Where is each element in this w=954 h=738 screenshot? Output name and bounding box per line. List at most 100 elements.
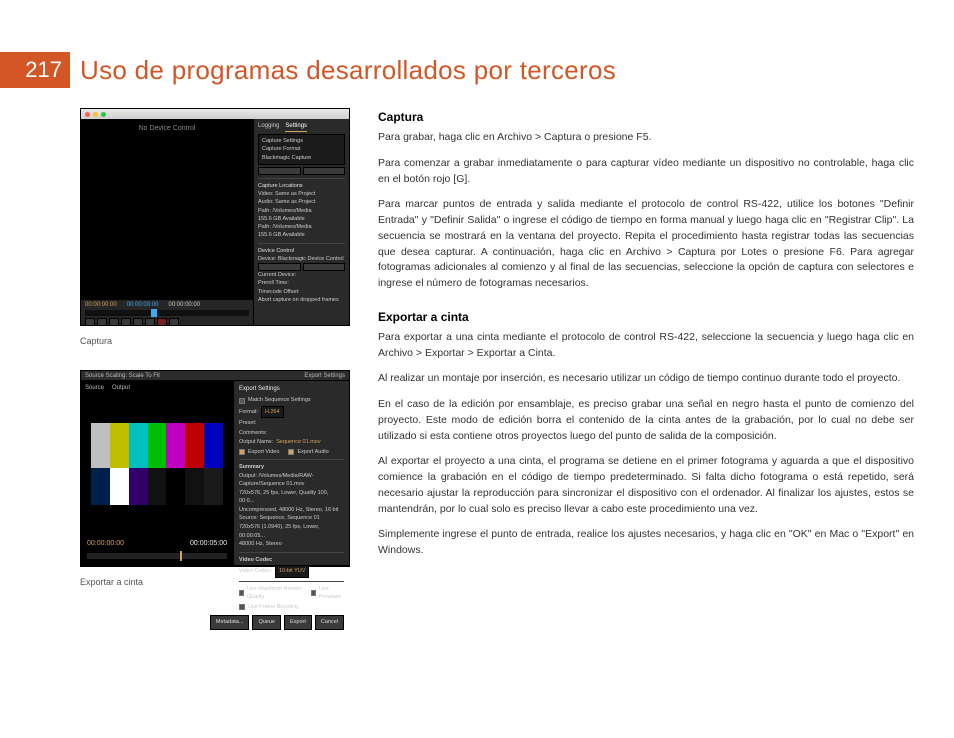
q-icon xyxy=(169,318,179,326)
value: 10-bit YUV xyxy=(275,565,310,578)
label: Preset: xyxy=(239,419,256,428)
summary-heading: Summary xyxy=(239,464,264,470)
color-bars-icon xyxy=(91,423,223,505)
export-button: Export xyxy=(284,615,312,630)
label: Preroll Time: xyxy=(258,279,345,287)
settings-line: Blackmagic Capture xyxy=(262,154,341,162)
tab-source: Source xyxy=(85,385,104,391)
paragraph: En el caso de la edición por ensamblaje,… xyxy=(378,397,914,444)
summary-line: Source: Sequence, Sequence 01 xyxy=(239,514,344,523)
section-label: Capture Locations xyxy=(258,183,303,189)
label: Video: xyxy=(258,191,274,197)
label: Current Device: xyxy=(258,271,345,279)
body-text: Captura Para grabar, haga clic en Archiv… xyxy=(378,108,914,611)
paragraph: Al exportar el proyecto a una cinta, el … xyxy=(378,454,914,517)
play-icon xyxy=(109,318,119,326)
figure-capture: No Device Control 00:00:00:00 00:00:00:0… xyxy=(80,108,350,346)
paragraph: Para marcar puntos de entrada y salida m… xyxy=(378,197,914,292)
paragraph: Para comenzar a grabar inmediatamente o … xyxy=(378,156,914,188)
label: Timecode Offset: xyxy=(258,288,345,296)
page-number-badge: 217 xyxy=(0,52,70,88)
screenshot-capture: No Device Control 00:00:00:00 00:00:00:0… xyxy=(80,108,350,326)
label: Use Frame Blending xyxy=(248,603,298,612)
path: Path: /Volumes/Media xyxy=(258,207,345,215)
paragraph: Simplemente ingrese el punto de entrada,… xyxy=(378,527,914,559)
paragraph: Para exportar a una cinta mediante el pr… xyxy=(378,330,914,362)
transport-controls xyxy=(85,318,249,326)
value: Same as Project xyxy=(275,191,315,197)
page-title: Uso de programas desarrollados por terce… xyxy=(80,55,616,86)
range-slider xyxy=(87,553,227,559)
label: Use Previews xyxy=(319,585,344,602)
window-titlebar xyxy=(81,109,349,119)
label: Video Codec: xyxy=(239,567,272,576)
export-preview: Source Output xyxy=(81,381,233,565)
label: Comments: xyxy=(239,429,267,438)
capture-preview: No Device Control 00:00:00:00 00:00:00:0… xyxy=(81,119,253,325)
timecode-in: 00:00:00:00 xyxy=(85,302,117,308)
figure-export: Source Scaling: Scale To Fit Export Sett… xyxy=(80,370,350,587)
checkbox-icon xyxy=(239,590,244,596)
tc-start: 00:00:00:00 xyxy=(87,540,124,547)
loop-icon xyxy=(133,318,143,326)
checkbox-icon xyxy=(311,590,316,596)
settings-line: Capture Settings xyxy=(262,137,341,145)
queue-button: Queue xyxy=(252,615,281,630)
page-header: 217 Uso de programas desarrollados por t… xyxy=(0,0,954,88)
capture-settings-panel: Logging Settings Capture Settings Captur… xyxy=(253,119,349,325)
label: Match Sequence Settings xyxy=(248,396,311,405)
label: Export Video xyxy=(248,448,279,457)
screenshot-export: Source Scaling: Scale To Fit Export Sett… xyxy=(80,370,350,566)
section-heading-captura: Captura xyxy=(378,108,914,126)
label: Audio: xyxy=(258,199,274,205)
metadata-button: Metadata... xyxy=(210,615,250,630)
step-back-icon xyxy=(85,318,95,326)
close-icon xyxy=(85,112,90,117)
btn xyxy=(258,263,301,271)
vc-heading: Video Codec xyxy=(239,557,272,563)
stop-icon xyxy=(145,318,155,326)
checkbox-label: Abort capture on dropped frames xyxy=(258,296,345,304)
summary-line: 720x576, 25 fps, Lower, Quality 100, 00:… xyxy=(239,489,344,506)
record-icon xyxy=(157,318,167,326)
path: Path: /Volumes/Media xyxy=(258,223,345,231)
timecode-cur: 00:00:00:00 xyxy=(127,302,159,308)
source-scaling-label: Source Scaling: Scale To Fit xyxy=(85,373,160,379)
checkbox-icon xyxy=(239,604,245,610)
section-label: Device Control xyxy=(258,248,294,254)
settings-line: Capture Format xyxy=(262,145,341,153)
summary-line: Uncompressed, 48000 Hz, Stereo, 16 bit xyxy=(239,506,344,515)
tab-logging: Logging xyxy=(258,122,279,132)
free-space: 155.6 GB Available xyxy=(258,231,345,239)
summary-line: 720x576 (1.0940), 25 fps, Lower, 00:00:0… xyxy=(239,523,344,540)
device-line: Device: Blackmagic Device Control xyxy=(258,255,345,263)
tc-end: 00:00:05:00 xyxy=(190,540,227,547)
step-fwd-icon xyxy=(121,318,131,326)
minimize-icon xyxy=(93,112,98,117)
btn xyxy=(258,167,301,175)
free-space: 155.6 GB Available xyxy=(258,215,345,223)
value: Sequence 01.mov xyxy=(276,438,320,447)
value: H.264 xyxy=(261,406,284,419)
section-heading-exportar: Exportar a cinta xyxy=(378,308,914,326)
label: Use Maximum Render Quality xyxy=(247,585,302,602)
btn xyxy=(303,263,346,271)
label: Export Audio xyxy=(297,448,328,457)
export-settings-panel: Export Settings Match Sequence Settings … xyxy=(233,381,349,565)
checkbox-icon xyxy=(288,449,294,455)
capture-timeline: 00:00:00:00 00:00:00:00 00:00:00:00 xyxy=(81,299,253,325)
btn xyxy=(303,167,346,175)
figure-caption: Captura xyxy=(80,336,350,346)
paragraph: Para grabar, haga clic en Archivo > Capt… xyxy=(378,130,914,146)
timecode-out: 00:00:00:00 xyxy=(168,302,200,308)
summary-line: Output: /Volumes/Media/RAW-Capture/Seque… xyxy=(239,472,344,489)
export-settings-label: Export Settings xyxy=(304,373,345,379)
checkbox-icon xyxy=(239,449,245,455)
label: Format: xyxy=(239,408,258,417)
tab-settings: Settings xyxy=(285,122,307,132)
play-back-icon xyxy=(97,318,107,326)
paragraph: Al realizar un montaje por inserción, es… xyxy=(378,371,914,387)
scrub-bar xyxy=(85,310,249,316)
cancel-button: Cancel xyxy=(315,615,344,630)
checkbox-icon xyxy=(239,398,245,404)
